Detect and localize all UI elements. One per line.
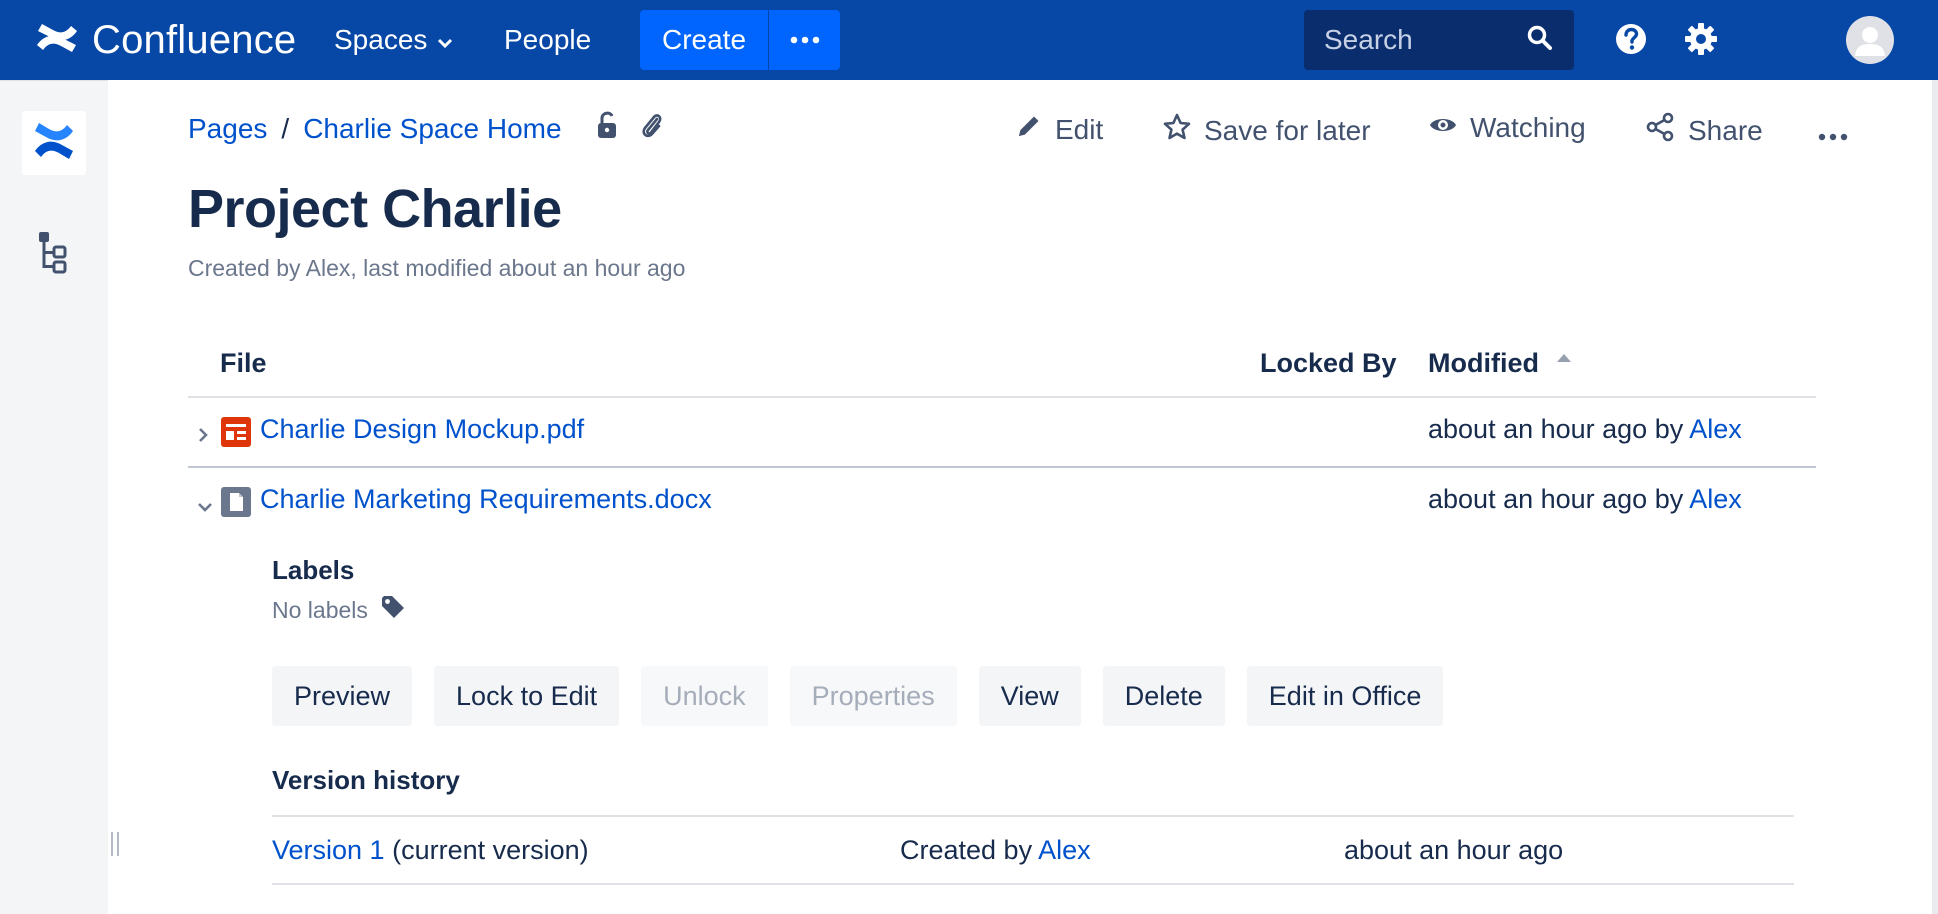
top-navigation-bar: Confluence Spaces People Create Search — [0, 0, 1938, 80]
share-icon — [1646, 112, 1676, 149]
search-icon — [1526, 24, 1554, 57]
modified-header-label: Modified — [1428, 348, 1539, 378]
search-input[interactable]: Search — [1304, 10, 1574, 70]
watching-label: Watching — [1470, 112, 1586, 143]
attachment-icon[interactable] — [640, 110, 664, 147]
spaces-label: Spaces — [334, 24, 428, 55]
view-button[interactable]: View — [978, 666, 1081, 726]
pdf-file-icon — [220, 416, 252, 455]
space-logo[interactable] — [22, 111, 86, 175]
more-horizontal-icon — [790, 31, 820, 49]
help-icon[interactable] — [1614, 22, 1648, 56]
document-file-icon — [220, 486, 252, 525]
page-tree-icon[interactable] — [38, 231, 68, 280]
people-link[interactable]: People — [504, 0, 591, 80]
tag-icon[interactable] — [380, 594, 406, 626]
sort-ascending-icon — [1556, 353, 1571, 362]
delete-button[interactable]: Delete — [1102, 666, 1225, 726]
column-locked-by-header[interactable]: Locked By — [1260, 348, 1397, 379]
watching-button[interactable]: Watching — [1428, 112, 1586, 144]
edit-button[interactable]: Edit — [1015, 112, 1103, 147]
unlock-button: Unlock — [641, 666, 768, 726]
page-scrollbar[interactable] — [1932, 80, 1938, 914]
author-link[interactable]: Alex — [1689, 414, 1742, 444]
breadcrumb-pages-link[interactable]: Pages — [188, 113, 267, 145]
version-history-heading: Version history — [272, 765, 460, 795]
chevron-down-icon — [437, 24, 453, 56]
pencil-icon — [1015, 112, 1043, 147]
confluence-space-icon — [32, 119, 76, 168]
gear-icon[interactable] — [1684, 22, 1718, 56]
attachments-table-header: File Locked By Modified — [188, 330, 1816, 398]
breadcrumb: Pages / Charlie Space Home — [188, 110, 664, 147]
share-button[interactable]: Share — [1646, 112, 1763, 149]
version-cell: Version 1 (current version) — [272, 835, 589, 866]
create-more-button[interactable] — [769, 10, 840, 70]
create-label: Create — [661, 24, 747, 55]
edit-label: Edit — [1055, 113, 1104, 145]
properties-button: Properties — [789, 666, 957, 726]
sidebar-resize-handle[interactable] — [111, 832, 119, 856]
labels-heading: Labels — [272, 555, 355, 585]
attachment-actions: Preview Lock to Edit Unlock Properties V… — [272, 666, 1444, 726]
spaces-menu[interactable]: Spaces — [334, 0, 453, 80]
modified-cell: about an hour ago by Alex — [1428, 484, 1742, 515]
column-modified-header[interactable]: Modified — [1428, 348, 1571, 379]
modified-text: about an hour ago by — [1428, 484, 1684, 514]
search-placeholder: Search — [1324, 24, 1413, 55]
lock-to-edit-button[interactable]: Lock to Edit — [434, 666, 620, 726]
more-actions-button[interactable] — [1818, 116, 1848, 148]
people-label: People — [504, 24, 592, 55]
modified-cell: about an hour ago by Alex — [1428, 414, 1742, 445]
author-link[interactable]: Alex — [1689, 484, 1742, 514]
confluence-logo-icon — [34, 21, 80, 60]
version-link[interactable]: Version 1 — [272, 835, 385, 865]
created-by-text: Created by — [900, 835, 1033, 865]
table-row[interactable]: Charlie Design Mockup.pdf about an hour … — [188, 398, 1816, 468]
create-button[interactable]: Create — [640, 10, 768, 70]
version-note: (current version) — [392, 835, 589, 865]
no-labels-text: No labels — [272, 596, 368, 623]
version-creator-cell: Created by Alex — [900, 835, 1091, 866]
column-file-header[interactable]: File — [220, 348, 267, 379]
version-history-row: Version 1 (current version) Created by A… — [272, 815, 1794, 885]
share-label: Share — [1688, 114, 1763, 146]
page-title: Project Charlie — [188, 179, 562, 239]
save-for-later-button[interactable]: Save for later — [1162, 112, 1371, 149]
brand-name: Confluence — [92, 17, 297, 62]
unlock-icon[interactable] — [596, 110, 622, 147]
preview-button[interactable]: Preview — [272, 666, 413, 726]
modified-text: about an hour ago by — [1428, 414, 1684, 444]
breadcrumb-separator: / — [281, 112, 290, 144]
edit-in-office-button[interactable]: Edit in Office — [1246, 666, 1444, 726]
user-avatar[interactable] — [1846, 16, 1894, 64]
file-link[interactable]: Charlie Marketing Requirements.docx — [260, 484, 712, 515]
author-link[interactable]: Alex — [1038, 835, 1091, 865]
confluence-home-link[interactable]: Confluence — [34, 0, 296, 80]
space-sidebar — [0, 80, 108, 914]
page-metadata: Created by Alex, last modified about an … — [188, 255, 686, 281]
eye-icon — [1428, 112, 1458, 144]
version-date: about an hour ago — [1344, 835, 1564, 865]
chevron-right-icon[interactable] — [196, 420, 210, 451]
more-horizontal-icon — [1818, 116, 1848, 148]
star-icon — [1162, 112, 1192, 149]
labels-value: No labels — [272, 594, 406, 626]
table-row[interactable]: Charlie Marketing Requirements.docx abou… — [188, 468, 1816, 538]
save-for-later-label: Save for later — [1204, 114, 1371, 146]
file-link[interactable]: Charlie Design Mockup.pdf — [260, 414, 584, 445]
breadcrumb-space-home-link[interactable]: Charlie Space Home — [303, 113, 561, 145]
chevron-down-icon[interactable] — [196, 490, 214, 521]
